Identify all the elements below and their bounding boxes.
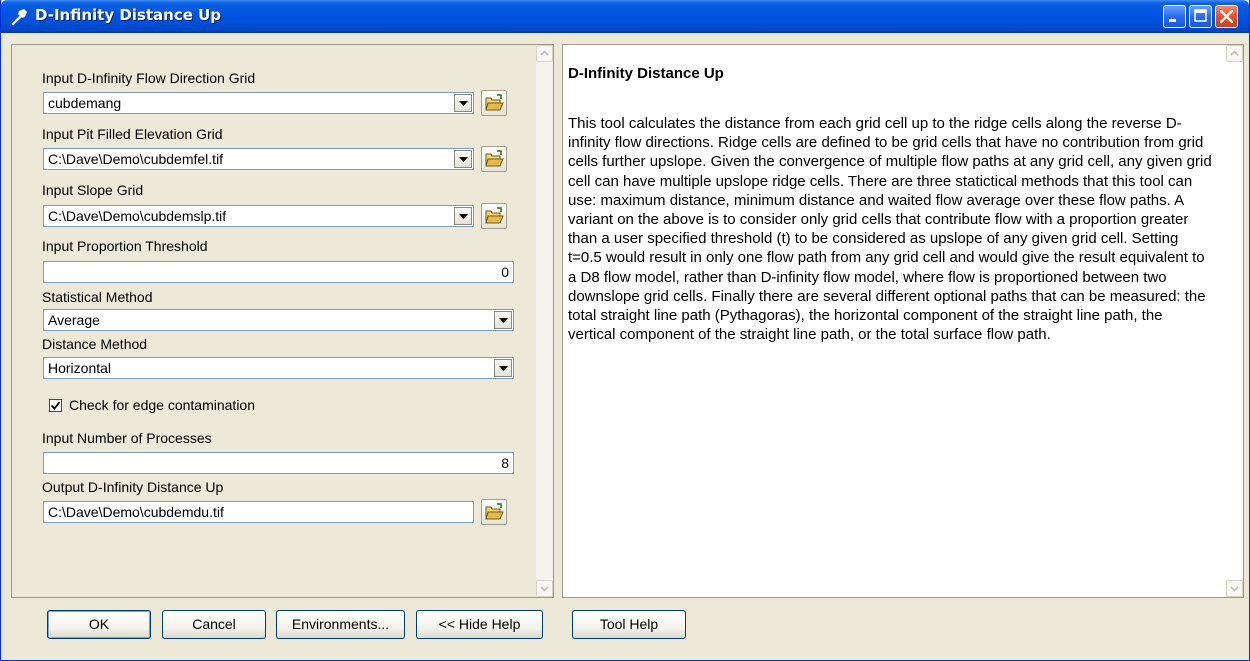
output-value: C:\Dave\Demo\cubdemdu.tif [48,504,224,520]
flow-direction-label: Input D-Infinity Flow Direction Grid [42,70,256,86]
dropdown-button[interactable] [494,311,512,329]
pit-filled-combobox[interactable]: C:\Dave\Demo\cubdemfel.tif [43,148,474,170]
dropdown-button[interactable] [494,359,512,377]
chevron-down-icon [499,366,508,371]
processes-input[interactable]: 8 [43,452,514,474]
dialog-window: D-Infinity Distance Up Input D-Infinity … [0,0,1250,661]
dropdown-button[interactable] [454,207,472,225]
flow-direction-value: cubdemang [48,95,122,111]
threshold-label: Input Proportion Threshold [42,238,208,254]
parameters-pane: Input D-Infinity Flow Direction Grid cub… [11,44,554,598]
window-title: D-Infinity Distance Up [35,6,222,24]
scroll-down-button[interactable] [1226,580,1243,597]
maximize-button[interactable] [1189,5,1212,28]
hammer-icon [9,7,29,27]
open-folder-icon [485,207,504,224]
statistical-method-select[interactable]: Average [43,309,514,331]
scroll-up-button[interactable] [1226,45,1243,62]
statistical-method-label: Statistical Method [42,289,153,305]
help-description: This tool calculates the distance from e… [568,115,1212,344]
close-icon [1219,9,1234,24]
edge-contamination-label[interactable]: Check for edge contamination [69,397,255,413]
pit-filled-value: C:\Dave\Demo\cubdemfel.tif [48,151,224,167]
minimize-button[interactable] [1163,5,1186,28]
browse-pit-filled-button[interactable] [481,146,507,172]
minimize-icon [1169,19,1176,22]
title-bar[interactable]: D-Infinity Distance Up [1,0,1249,33]
chevron-up-icon [1230,50,1239,56]
help-pane: D-Infinity Distance Up This tool calcula… [562,44,1244,598]
distance-method-select[interactable]: Horizontal [43,357,514,379]
distance-method-label: Distance Method [42,336,148,352]
edge-contamination-checkbox[interactable] [49,399,62,412]
chevron-up-icon [540,50,549,56]
output-label: Output D-Infinity Distance Up [42,479,224,495]
slope-value: C:\Dave\Demo\cubdemslp.tif [48,208,227,224]
scroll-down-button[interactable] [536,580,553,597]
help-title: D-Infinity Distance Up [568,65,724,82]
output-input[interactable]: C:\Dave\Demo\cubdemdu.tif [43,501,474,523]
threshold-input[interactable]: 0 [43,261,514,283]
chevron-down-icon [1230,586,1239,592]
tool-help-button[interactable]: Tool Help [572,610,686,639]
close-button[interactable] [1215,5,1238,28]
chevron-down-icon [540,586,549,592]
parameters-scrollbar[interactable] [536,45,553,597]
dropdown-button[interactable] [454,150,472,168]
browse-slope-button[interactable] [481,203,507,229]
slope-label: Input Slope Grid [42,182,144,198]
browse-flow-direction-button[interactable] [481,90,507,116]
processes-value: 8 [501,455,509,471]
checkmark-icon [51,401,60,410]
ok-button[interactable]: OK [47,610,151,639]
chevron-down-icon [459,157,468,162]
open-folder-icon [485,150,504,167]
processes-label: Input Number of Processes [42,430,212,446]
distance-method-value: Horizontal [48,360,112,376]
open-folder-icon [485,94,504,111]
chevron-down-icon [459,101,468,106]
flow-direction-combobox[interactable]: cubdemang [43,92,474,114]
scroll-up-button[interactable] [536,45,553,62]
environments-button[interactable]: Environments... [276,610,405,639]
chevron-down-icon [499,318,508,323]
threshold-value: 0 [501,264,509,280]
open-folder-icon [485,503,504,520]
dropdown-button[interactable] [454,94,472,112]
maximize-icon [1194,9,1207,22]
help-scrollbar[interactable] [1226,45,1243,597]
pit-filled-label: Input Pit Filled Elevation Grid [42,126,223,142]
slope-combobox[interactable]: C:\Dave\Demo\cubdemslp.tif [43,205,474,227]
browse-output-button[interactable] [481,499,507,525]
cancel-button[interactable]: Cancel [162,610,266,639]
chevron-down-icon [459,214,468,219]
hide-help-button[interactable]: << Hide Help [416,610,543,639]
statistical-method-value: Average [48,312,100,328]
